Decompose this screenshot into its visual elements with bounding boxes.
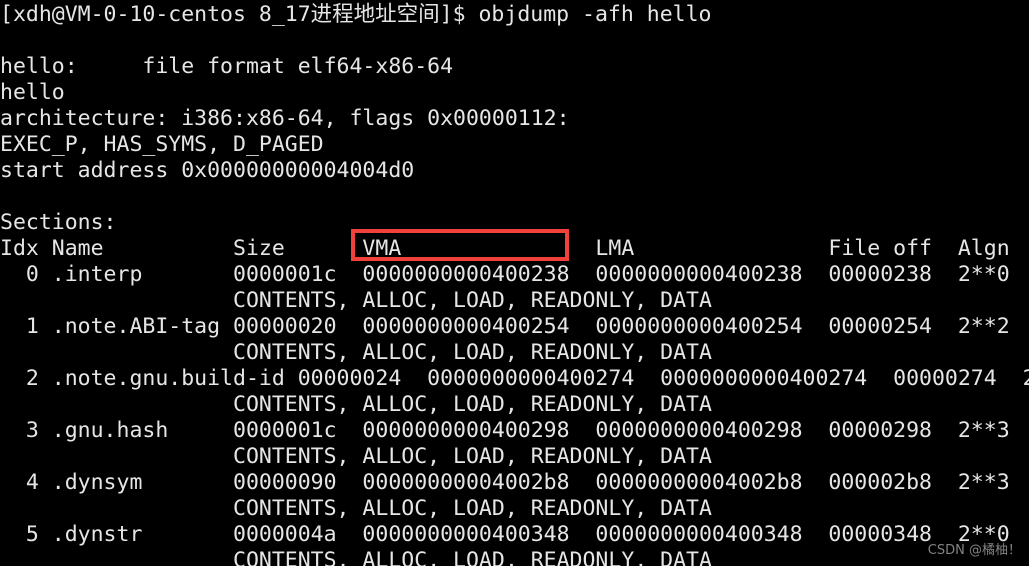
table-row: 5 .dynstr 0000004a 0000000000400348 0000… [0,522,1010,547]
table-row-flags: CONTENTS, ALLOC, LOAD, READONLY, DATA [0,392,712,417]
table-row: 0 .interp 0000001c 0000000000400238 0000… [0,262,1010,287]
table-row-flags: CONTENTS, ALLOC, LOAD, READONLY, DATA [0,340,712,365]
table-row-flags: CONTENTS, ALLOC, LOAD, READONLY, DATA [0,444,712,469]
output-line-flags: EXEC_P, HAS_SYMS, D_PAGED [0,132,324,157]
shell-prompt-line: [xdh@VM-0-10-centos 8_17进程地址空间]$ objdump… [0,2,712,27]
table-row: 2 .note.gnu.build-id 00000024 0000000000… [0,366,1029,391]
table-row-flags: CONTENTS, ALLOC, LOAD, READONLY, DATA [0,288,712,313]
table-row: 3 .gnu.hash 0000001c 0000000000400298 00… [0,418,1010,443]
table-row: 1 .note.ABI-tag 00000020 000000000040025… [0,314,1010,339]
table-row-flags: CONTENTS, ALLOC, LOAD, READONLY, DATA [0,548,712,566]
terminal-window[interactable]: [xdh@VM-0-10-centos 8_17进程地址空间]$ objdump… [0,0,1029,566]
output-line-start-address: start address 0x00000000004004d0 [0,158,415,183]
output-line-architecture: architecture: i386:x86-64, flags 0x00000… [0,106,570,131]
watermark: CSDN @橘柚！ [927,543,1021,558]
sections-table-header: Idx Name Size VMA LMA File off Algn [0,236,1010,261]
sections-title: Sections: [0,210,117,235]
table-row: 4 .dynsym 00000090 00000000004002b8 0000… [0,470,1010,495]
table-row-flags: CONTENTS, ALLOC, LOAD, READONLY, DATA [0,496,712,521]
output-line-file-name: hello [0,80,65,105]
output-line-file-format: hello: file format elf64-x86-64 [0,54,454,79]
